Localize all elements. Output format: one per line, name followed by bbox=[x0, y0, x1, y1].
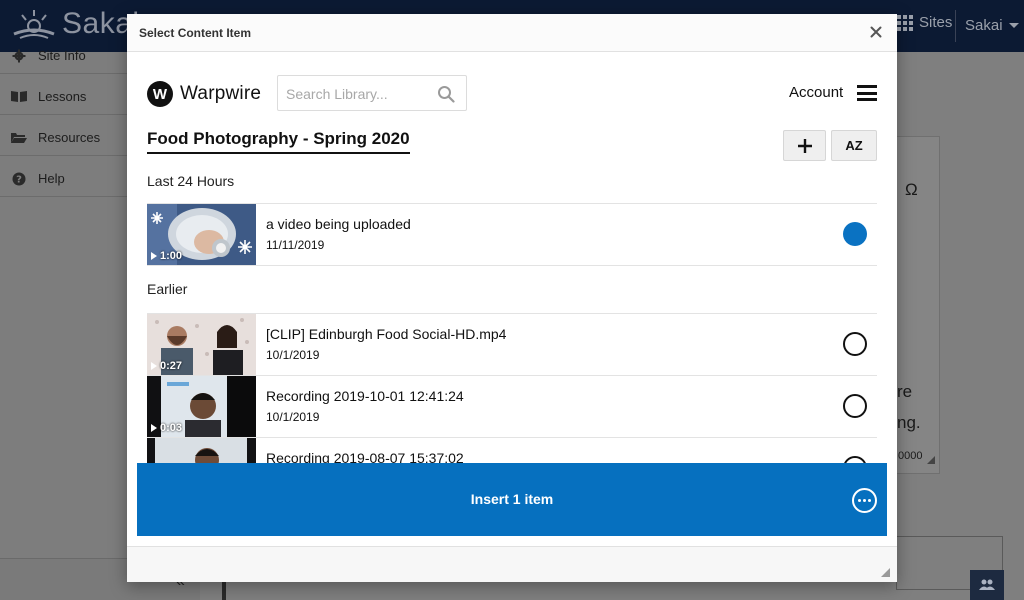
sidebar-item-label: Lessons bbox=[38, 89, 87, 104]
sakai-logo[interactable]: Sakai bbox=[10, 6, 140, 42]
duration-badge: 1:00 bbox=[151, 250, 182, 262]
warpwire-brand: Warpwire bbox=[180, 83, 262, 104]
sidebar-divider bbox=[0, 73, 128, 74]
sites-label: Sites bbox=[919, 14, 953, 31]
item-date: 10/1/2019 bbox=[266, 410, 320, 424]
user-label: Sakai bbox=[965, 17, 1003, 34]
sidebar-item-resources[interactable]: Resources bbox=[10, 130, 100, 145]
play-icon bbox=[151, 362, 157, 370]
item-radio[interactable] bbox=[843, 394, 867, 418]
item-title: Recording 2019-08-07 15:37:02 bbox=[266, 450, 464, 463]
item-radio[interactable] bbox=[843, 456, 867, 463]
users-icon bbox=[979, 579, 995, 590]
section-heading: Last 24 Hours bbox=[147, 173, 235, 189]
sidebar-item-help[interactable]: ? Help bbox=[10, 171, 65, 186]
library-search bbox=[277, 75, 467, 111]
chat-button[interactable] bbox=[970, 570, 1004, 600]
warpwire-library: W Warpwire Account Food Photography - Sp… bbox=[127, 53, 897, 463]
item-date: 11/11/2019 bbox=[266, 238, 325, 252]
add-button[interactable] bbox=[783, 130, 826, 161]
search-input[interactable] bbox=[286, 84, 434, 104]
item-date: 10/1/2019 bbox=[266, 348, 320, 362]
sakai-logo-icon bbox=[13, 10, 55, 39]
item-title: [CLIP] Edinburgh Food Social-HD.mp4 bbox=[266, 326, 507, 342]
sidebar-item-site-info[interactable]: Site Info bbox=[10, 48, 86, 63]
list-item[interactable]: 0:03 Recording 2019-10-01 12:41:24 10/1/… bbox=[147, 376, 877, 437]
select-content-dialog: Select Content Item W Warpwire Account F… bbox=[127, 14, 897, 582]
sidebar-divider bbox=[0, 196, 128, 197]
editor-resize-handle[interactable] bbox=[927, 456, 935, 464]
duration-badge: 0:03 bbox=[151, 422, 182, 434]
account-link[interactable]: Account bbox=[789, 84, 843, 101]
list-item[interactable]: 0:27 [CLIP] Edinburgh Food Social-HD.mp4… bbox=[147, 314, 877, 375]
question-circle-icon: ? bbox=[10, 172, 28, 186]
warpwire-logo-icon: W bbox=[147, 81, 173, 107]
video-thumbnail: 1:00 bbox=[147, 204, 256, 265]
hamburger-menu-icon[interactable] bbox=[857, 85, 877, 101]
gear-icon bbox=[10, 49, 28, 63]
list-item[interactable]: 1:00 a video being uploaded 11/11/2019 bbox=[147, 204, 877, 265]
insert-button[interactable]: Insert 1 item bbox=[137, 463, 887, 536]
sites-button[interactable]: Sites bbox=[897, 14, 952, 31]
dialog-resize-handle[interactable] bbox=[881, 568, 890, 577]
close-icon bbox=[870, 26, 882, 38]
header-divider bbox=[955, 10, 956, 42]
editor-text-fragment: ng. bbox=[897, 413, 921, 432]
editor-text-fragment: re bbox=[897, 382, 913, 401]
grid-icon bbox=[897, 14, 913, 31]
video-thumbnail bbox=[147, 438, 256, 463]
warpwire-logo: W Warpwire bbox=[147, 81, 261, 107]
video-thumbnail: 0:27 bbox=[147, 314, 256, 375]
search-icon[interactable] bbox=[437, 85, 455, 103]
sort-button[interactable]: AZ bbox=[831, 130, 877, 161]
divider bbox=[147, 265, 877, 266]
item-title: a video being uploaded bbox=[266, 216, 411, 232]
section-heading: Earlier bbox=[147, 281, 188, 297]
dialog-footer bbox=[127, 546, 897, 582]
item-title: Recording 2019-10-01 12:41:24 bbox=[266, 388, 464, 404]
play-icon bbox=[151, 252, 157, 260]
video-thumbnail: 0:03 bbox=[147, 376, 256, 437]
user-menu[interactable]: Sakai bbox=[965, 17, 1019, 34]
library-title: Food Photography - Spring 2020 bbox=[147, 129, 410, 154]
sidebar-divider bbox=[0, 155, 128, 156]
duration-text: 0:27 bbox=[160, 360, 183, 372]
folder-open-icon bbox=[10, 131, 28, 145]
duration-badge: 0:27 bbox=[151, 360, 182, 372]
item-radio-selected[interactable] bbox=[843, 222, 867, 246]
more-options-icon[interactable] bbox=[852, 488, 877, 513]
sidebar-item-label: Help bbox=[38, 171, 65, 186]
video-thumbnail-image bbox=[147, 438, 256, 463]
tool-sidebar: Site Info Lessons Resources ? Help bbox=[0, 48, 128, 600]
play-icon bbox=[151, 424, 157, 432]
dialog-title: Select Content Item bbox=[139, 26, 252, 40]
sort-az-icon: AZ bbox=[845, 138, 863, 153]
character-count: 0000 bbox=[898, 450, 923, 462]
sidebar-item-label: Resources bbox=[38, 130, 101, 145]
sidebar-item-label: Site Info bbox=[38, 48, 86, 63]
omega-icon[interactable]: Ω bbox=[905, 180, 918, 200]
duration-text: 1:00 bbox=[160, 250, 183, 262]
item-radio[interactable] bbox=[843, 332, 867, 356]
sidebar-divider bbox=[0, 114, 128, 115]
book-icon bbox=[10, 90, 28, 104]
insert-label: Insert 1 item bbox=[470, 491, 554, 507]
sidebar-item-lessons[interactable]: Lessons bbox=[10, 89, 86, 104]
list-item[interactable]: Recording 2019-08-07 15:37:02 bbox=[147, 438, 877, 463]
close-button[interactable] bbox=[867, 23, 885, 41]
dialog-titlebar: Select Content Item bbox=[127, 14, 897, 52]
svg-text:?: ? bbox=[16, 174, 22, 185]
plus-icon bbox=[797, 138, 812, 153]
caret-down-icon bbox=[1008, 23, 1019, 28]
duration-text: 0:03 bbox=[160, 422, 183, 434]
